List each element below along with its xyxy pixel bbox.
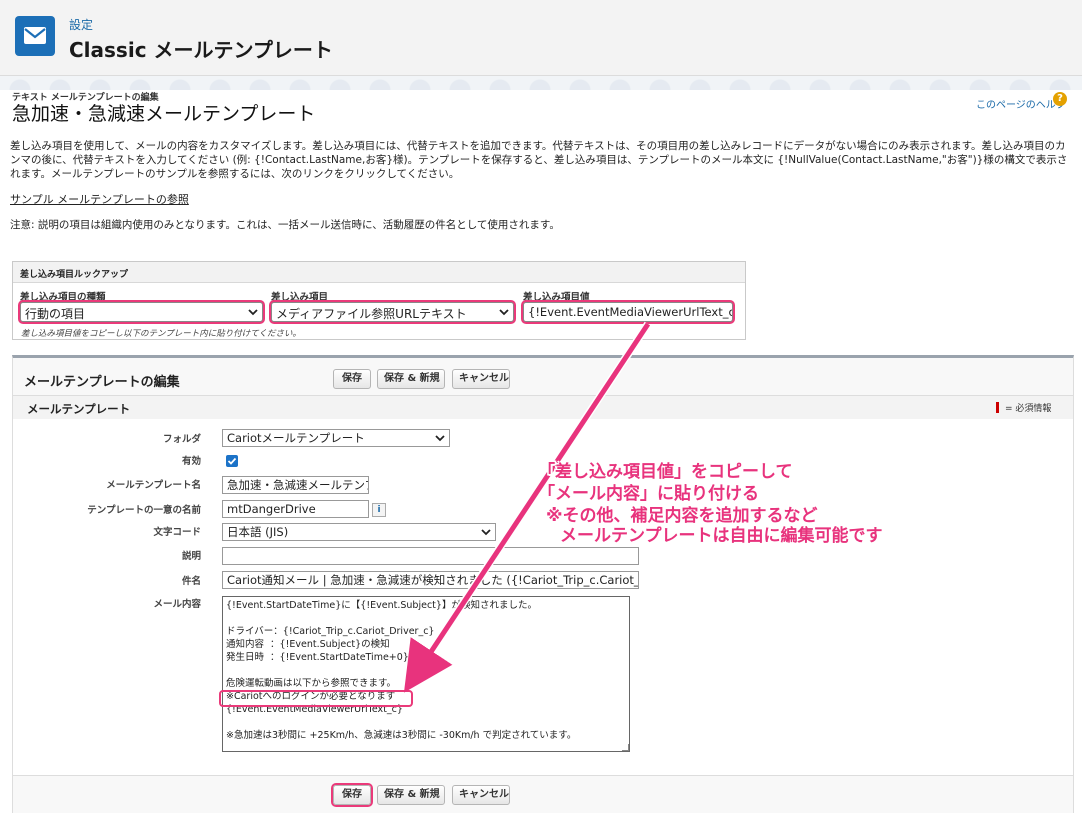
annotation-arrow — [403, 321, 652, 693]
annotation-line-4: メールテンプレートは自由に編集可能です — [560, 526, 883, 546]
